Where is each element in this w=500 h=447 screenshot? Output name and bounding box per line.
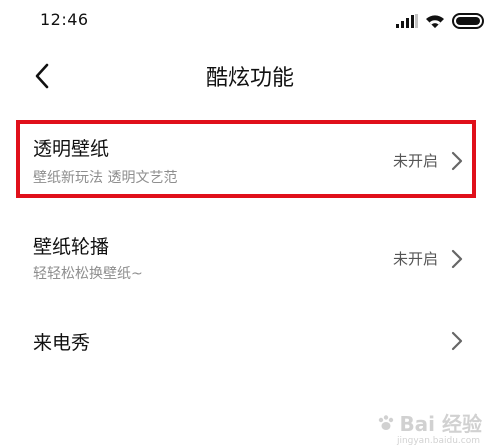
row-title: 透明壁纸	[33, 138, 110, 160]
wifi-icon	[425, 14, 445, 29]
setting-row-transparent-wallpaper[interactable]: 透明壁纸 壁纸新玩法 透明文艺范 未开启	[16, 120, 476, 198]
setting-row-wallpaper-carousel[interactable]: 壁纸轮播 轻轻松松换壁纸~ 未开启	[20, 222, 472, 292]
chevron-right-icon	[451, 249, 463, 269]
setting-row-call-show[interactable]: 来电秀	[20, 318, 472, 366]
header: 酷炫功能	[0, 48, 500, 104]
status-time: 12:46	[40, 10, 89, 29]
status-bar: 12:46	[0, 0, 500, 42]
row-title: 壁纸轮播	[33, 236, 110, 258]
row-subtitle: 轻轻松松换壁纸~	[33, 266, 143, 282]
row-subtitle: 壁纸新玩法 透明文艺范	[33, 170, 178, 186]
watermark-logo: Bai 经验 jingyan.baidu.com	[377, 408, 482, 446]
battery-icon	[452, 13, 486, 29]
page-title: 酷炫功能	[205, 66, 294, 91]
watermark-text: Bai 经验	[399, 412, 482, 436]
row-status: 未开启	[392, 250, 438, 268]
signal-icon	[396, 14, 418, 28]
paw-icon	[379, 414, 394, 430]
row-title: 来电秀	[33, 332, 91, 354]
watermark-sub: jingyan.baidu.com	[396, 436, 480, 446]
status-icons	[396, 12, 486, 30]
chevron-right-icon	[451, 331, 463, 351]
row-status: 未开启	[392, 152, 438, 170]
chevron-right-icon	[451, 151, 463, 171]
